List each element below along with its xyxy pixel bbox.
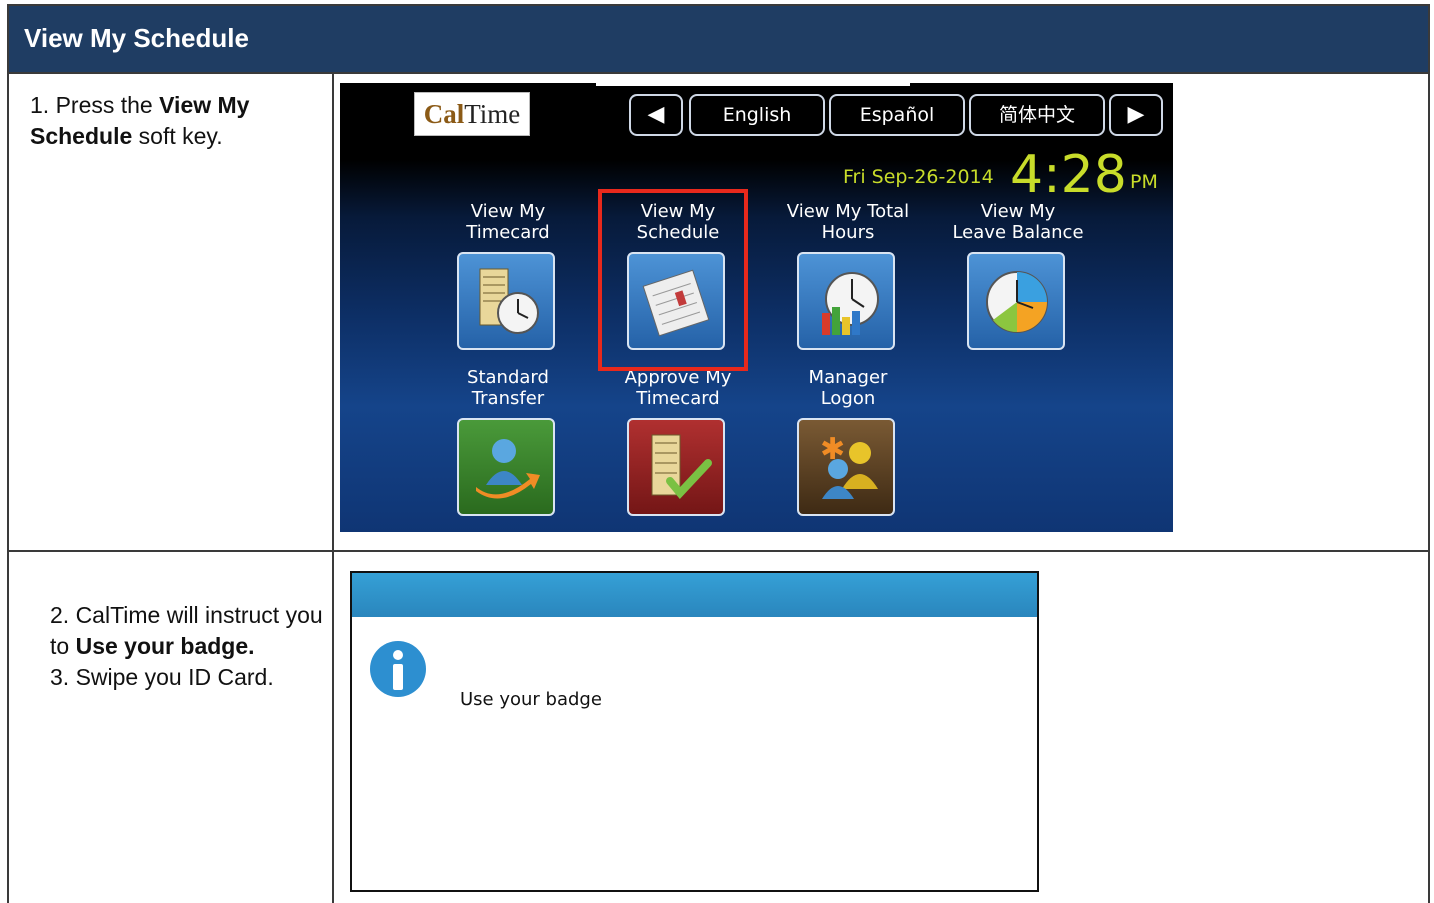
tile-label-total-hours: View My Total Hours [786, 201, 910, 243]
tile-label-timecard: View My Timecard [466, 201, 550, 243]
step-1-suffix: soft key. [132, 123, 223, 149]
tile-label-manager: Manager Logon [808, 367, 888, 409]
selection-highlight [598, 189, 748, 371]
language-espanol-button[interactable]: Español [829, 94, 965, 136]
kiosk-date: Fri Sep-26-2014 [843, 166, 994, 188]
view-total-hours-button[interactable] [797, 252, 895, 350]
caltime-logo: CalTime [414, 92, 530, 136]
step-2-text: 2. CalTime will instruct you to Use your… [50, 600, 325, 693]
timecard-clock-icon [479, 268, 539, 334]
kiosk-screen: CalTime ◀ English Español 简体中文 ▶ Fri Sep… [340, 83, 1173, 532]
table-header: View My Schedule [9, 6, 1428, 74]
arrow-right-icon[interactable]: ▶ [1109, 94, 1163, 136]
column-divider [332, 74, 334, 903]
step-1-text: 1. Press the View My Schedule soft key. [30, 90, 320, 152]
language-chinese-button[interactable]: 简体中文 [969, 94, 1105, 136]
tile-label-leave-balance: View My Leave Balance [952, 201, 1084, 243]
step-1-prefix: 1. Press the [30, 92, 160, 118]
tile-label-transfer: Standard Transfer [467, 367, 549, 409]
view-timecard-button[interactable] [457, 252, 555, 350]
user-transfer-icon [476, 439, 540, 499]
page-title: View My Schedule [24, 23, 249, 53]
message-dialog: Use your badge [350, 571, 1039, 892]
language-english-button[interactable]: English [689, 94, 825, 136]
manager-users-icon: ✱ [820, 432, 878, 499]
row-divider [9, 550, 1428, 552]
kiosk-ampm: PM [1130, 171, 1158, 193]
dialog-title-bar [352, 573, 1037, 617]
pie-clock-icon [986, 271, 1048, 333]
standard-transfer-button[interactable] [457, 418, 555, 516]
approve-timecard-button[interactable] [627, 418, 725, 516]
clock-chart-icon [822, 272, 879, 335]
kiosk-time: 4:28 [1010, 145, 1127, 205]
tile-label-approve: Approve My Timecard [624, 367, 732, 409]
step-3-text: 3. Swipe you ID Card. [50, 664, 274, 690]
manager-logon-button[interactable]: ✱ [797, 418, 895, 516]
info-icon [370, 641, 426, 697]
timecard-approve-icon [651, 434, 712, 500]
view-leave-balance-button[interactable] [967, 252, 1065, 350]
kiosk-top-strip [596, 83, 910, 86]
arrow-left-icon[interactable]: ◀ [629, 94, 683, 136]
dialog-message: Use your badge [460, 689, 602, 710]
step-2-bold: Use your badge. [75, 633, 255, 659]
